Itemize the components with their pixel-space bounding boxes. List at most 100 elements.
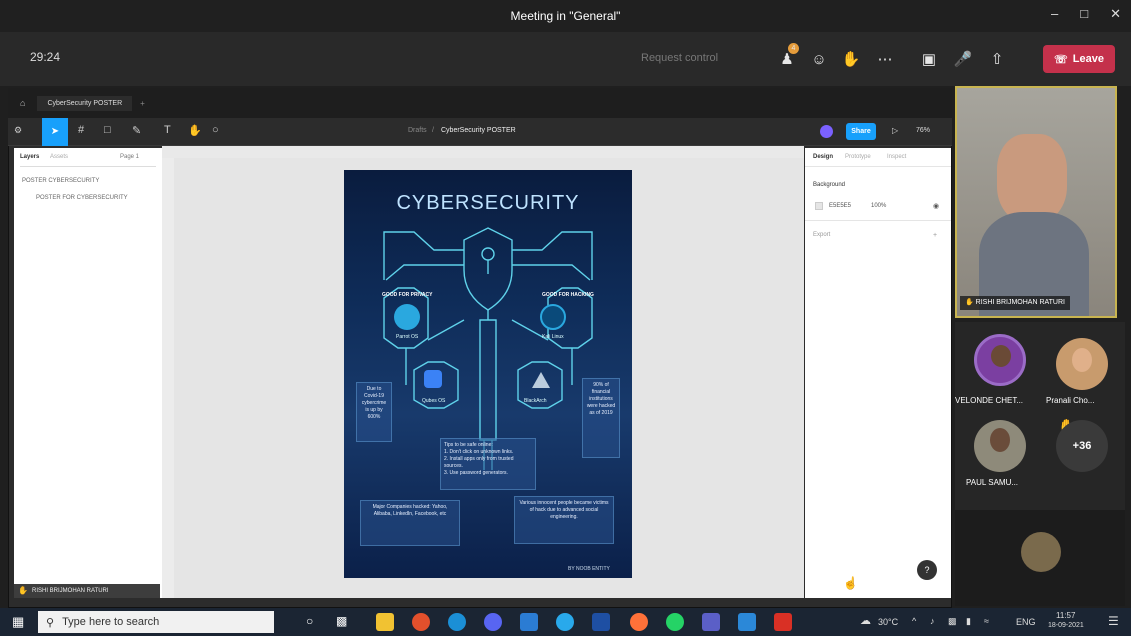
- word-icon[interactable]: [520, 613, 538, 631]
- clock-date[interactable]: 18-09-2021: [1048, 622, 1084, 629]
- phone-icon: ☏: [1054, 53, 1068, 66]
- share-button[interactable]: Share: [846, 123, 876, 140]
- raise-hand-icon[interactable]: ✋: [838, 46, 864, 72]
- avatar-face: [1072, 348, 1092, 372]
- pen-tool-icon[interactable]: ✎: [132, 124, 141, 137]
- inspect-tab[interactable]: Inspect: [887, 154, 906, 160]
- os-label: Kali Linux: [542, 334, 564, 340]
- assets-tab[interactable]: Assets: [50, 154, 68, 160]
- weather-icon[interactable]: ☁: [860, 614, 871, 627]
- chat-icon[interactable]: ☺: [806, 46, 832, 72]
- edge-icon[interactable]: [448, 613, 466, 631]
- bg-hex[interactable]: E5E5E5: [829, 203, 851, 209]
- notifications-icon[interactable]: ☰: [1108, 614, 1119, 628]
- volume-icon[interactable]: ♪: [930, 616, 935, 626]
- frame-tool-icon[interactable]: #: [78, 124, 84, 136]
- text-tool-icon[interactable]: T: [164, 124, 171, 136]
- self-view-tile: [955, 510, 1125, 606]
- share-tray-icon[interactable]: ⇧: [984, 46, 1010, 72]
- tray-chevron-icon[interactable]: ^: [912, 616, 916, 626]
- maximize-icon[interactable]: □: [1080, 6, 1088, 22]
- os-label: Parrot OS: [396, 334, 419, 340]
- cortana-icon[interactable]: ○: [306, 614, 313, 628]
- blackarch-logo: [532, 372, 550, 388]
- taskbar-search[interactable]: ⚲ Type here to search: [38, 611, 274, 633]
- task-view-icon[interactable]: ▩: [336, 614, 347, 628]
- victims-box: Various innocent people became victims o…: [514, 496, 614, 544]
- discord-icon[interactable]: [484, 613, 502, 631]
- language-indicator[interactable]: ENG: [1016, 617, 1036, 627]
- participant-avatar[interactable]: [1056, 338, 1108, 390]
- layer-item[interactable]: POSTER FOR CYBERSECURITY: [36, 195, 128, 201]
- speaker-name-tag: ✋ RISHI BRIJMOHAN RATURI: [960, 296, 1070, 310]
- design-tab[interactable]: Design: [813, 154, 833, 160]
- teams-icon[interactable]: [702, 613, 720, 631]
- present-icon[interactable]: ▷: [892, 126, 898, 135]
- acrobat-icon[interactable]: [774, 613, 792, 631]
- file-title[interactable]: CyberSecurity POSTER: [441, 127, 516, 134]
- leave-label: Leave: [1072, 53, 1104, 65]
- poster-credit: BY NOOB ENTITY: [568, 566, 610, 572]
- new-tab-icon[interactable]: +: [140, 99, 145, 108]
- file-explorer-icon[interactable]: [376, 613, 394, 631]
- page-selector[interactable]: Page 1: [120, 154, 139, 160]
- network-icon[interactable]: ▩: [948, 616, 957, 627]
- layers-tab[interactable]: Layers: [20, 154, 39, 160]
- os-label: BlackArch: [524, 398, 547, 404]
- firefox-icon[interactable]: [412, 613, 430, 631]
- leave-button[interactable]: ☏ Leave: [1043, 45, 1115, 73]
- comment-tool-icon[interactable]: ○: [212, 124, 219, 136]
- layers-panel: Layers Assets Page 1 POSTER CYBERSECURIT…: [14, 148, 162, 598]
- speaker-name: RISHI BRIJMOHAN RATURI: [975, 299, 1065, 306]
- presenter-name: RISHI BRIJMOHAN RATURI: [32, 588, 109, 594]
- shape-tool-icon[interactable]: □: [104, 124, 111, 136]
- breadcrumb-parent[interactable]: Drafts: [408, 127, 427, 134]
- meeting-timer: 29:24: [30, 50, 61, 64]
- cybersecurity-poster[interactable]: CYBERSECURITY GOOD FOR PRIVACY GOOD FOR …: [344, 170, 632, 578]
- vertical-ruler: [162, 158, 174, 598]
- windows-start-icon[interactable]: ▦: [12, 614, 24, 630]
- help-icon[interactable]: ?: [917, 560, 937, 580]
- bg-opacity[interactable]: 100%: [871, 203, 886, 209]
- hand-icon: ✋: [18, 586, 28, 595]
- participant-name: VELONDE CHET...: [955, 396, 1024, 405]
- figma-toolbar: ⚙ ➤ # □ ✎ T ✋ ○ Drafts / CyberSecurity P…: [8, 118, 952, 146]
- more-participants[interactable]: +36: [1056, 420, 1108, 472]
- breadcrumb-separator: /: [432, 127, 434, 134]
- whatsapp-icon[interactable]: [666, 613, 684, 631]
- prototype-tab[interactable]: Prototype: [845, 154, 871, 160]
- color-swatch[interactable]: [815, 202, 823, 210]
- battery-icon[interactable]: ▮: [966, 616, 971, 627]
- participant-avatar[interactable]: [974, 420, 1026, 472]
- figma-file-tab[interactable]: CyberSecurity POSTER: [37, 95, 133, 111]
- kali-linux-logo: [540, 304, 566, 330]
- mic-off-icon[interactable]: 🎤: [950, 46, 976, 72]
- move-tool-icon[interactable]: ➤: [42, 118, 68, 146]
- camera-off-icon[interactable]: ▣: [916, 46, 942, 72]
- participant-avatar[interactable]: [974, 334, 1026, 386]
- weather-temp[interactable]: 30°C: [878, 617, 898, 627]
- wifi-icon[interactable]: ≈: [984, 616, 989, 626]
- eye-icon[interactable]: ◉: [933, 202, 939, 210]
- divider: [805, 166, 951, 167]
- people-icon[interactable]: ♟ 4: [774, 43, 800, 72]
- zoom-level[interactable]: 76%: [916, 127, 930, 134]
- close-icon[interactable]: ✕: [1110, 6, 1121, 22]
- request-control-button[interactable]: Request control: [641, 52, 718, 64]
- telegram-icon[interactable]: [556, 613, 574, 631]
- companies-box: Major Companies hacked: Yahoo, Alibaba, …: [360, 500, 460, 546]
- add-export-icon[interactable]: +: [933, 232, 937, 239]
- app-icon[interactable]: [592, 613, 610, 631]
- minimize-icon[interactable]: –: [1051, 6, 1058, 22]
- tips-box: Tips to be safe online: 1. Don't click o…: [440, 438, 536, 490]
- figma-menu-icon[interactable]: ⚙: [14, 125, 22, 136]
- more-options-icon[interactable]: ⋯: [872, 46, 898, 72]
- browser-icon[interactable]: [630, 613, 648, 631]
- tips-title: Tips to be safe online:: [444, 442, 493, 448]
- photos-icon[interactable]: [738, 613, 756, 631]
- layer-item[interactable]: POSTER CYBERSECURITY: [22, 178, 99, 184]
- clock-time[interactable]: 11:57: [1056, 611, 1075, 620]
- home-icon[interactable]: ⌂: [20, 98, 25, 108]
- active-speaker-tile[interactable]: ✋ RISHI BRIJMOHAN RATURI: [955, 86, 1117, 318]
- hand-tool-icon[interactable]: ✋: [188, 124, 202, 137]
